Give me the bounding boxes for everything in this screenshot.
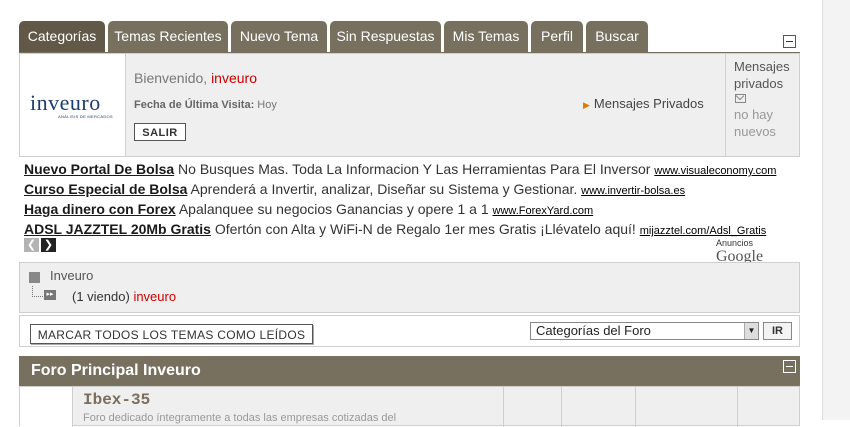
forum-jump-value: Categorías del Foro	[536, 323, 651, 338]
ad-item[interactable]: Curso Especial de Bolsa Aprenderá a Inve…	[24, 179, 814, 199]
pm-panel-status: no hay nuevos	[734, 107, 776, 139]
go-button[interactable]: IR	[763, 322, 792, 340]
last-visit: Fecha de Última Visita: Hoy	[134, 99, 277, 111]
logo-wordmark: inveuro	[30, 90, 101, 115]
ad-url[interactable]: www.ForexYard.com	[493, 205, 594, 217]
ad-item[interactable]: ADSL JAZZTEL 20Mb Gratis Ofertón con Alt…	[24, 219, 814, 239]
forum-actions-bar: MARCAR TODOS LOS TEMAS COMO LEÍDOS Categ…	[19, 315, 800, 347]
last-visit-label: Fecha de Última Visita:	[134, 99, 255, 111]
forum-category-header: Foro Principal Inveuro	[19, 356, 800, 386]
tab-sin-respuestas[interactable]: Sin Respuestas	[330, 21, 441, 52]
tab-nuevo-tema[interactable]: Nuevo Tema	[231, 21, 327, 52]
forum-status-icon	[20, 387, 72, 427]
logo-tagline: ANÁLISIS DE MERCADOS	[58, 114, 113, 119]
logout-button[interactable]: SALIR	[134, 123, 186, 141]
tree-connector-icon	[32, 286, 43, 297]
pm-panel: Mensajes privados no hay nuevos	[725, 54, 799, 156]
ad-text: Apalanquee su negocios Ganancias y opere…	[178, 201, 489, 217]
column-divider	[635, 387, 636, 427]
ad-headline[interactable]: Nuevo Portal De Bolsa	[24, 161, 174, 177]
tab-temas-recientes[interactable]: Temas Recientes	[108, 21, 228, 52]
tab-perfil[interactable]: Perfil	[531, 21, 583, 52]
chevron-right-icon[interactable]: ❯	[41, 238, 56, 252]
forum-category-title[interactable]: Foro Principal Inveuro	[31, 362, 201, 379]
forward-icon: ▸▸	[44, 290, 56, 300]
forum-jump-select[interactable]: Categorías del Foro ▼	[530, 322, 759, 340]
tab-buscar[interactable]: Buscar	[586, 21, 648, 52]
welcome-username[interactable]: inveuro	[211, 70, 257, 86]
mark-all-read-button[interactable]: MARCAR TODOS LOS TEMAS COMO LEÍDOS	[30, 324, 313, 344]
sponsored-links: Nuevo Portal De Bolsa No Busques Mas. To…	[24, 159, 814, 239]
private-messages-link[interactable]: ▶ Mensajes Privados	[583, 96, 704, 111]
forum-row: Ibex-35 Foro dedicado íntegramente a tod…	[19, 386, 800, 427]
nav-tabs: Categorías Temas Recientes Nuevo Tema Si…	[19, 21, 800, 53]
page-gutter	[822, 0, 850, 420]
welcome-panel: inveuro ANÁLISIS DE MERCADOS Bienvenido,…	[19, 53, 800, 157]
chevron-left-icon[interactable]: ❮	[24, 238, 39, 252]
chevron-down-icon[interactable]: ▼	[744, 323, 758, 339]
forum-description: Foro dedicado íntegramente a todas las e…	[83, 412, 397, 424]
whos-online-panel: Inveuro ▸▸ (1 viendo) inveuro	[19, 262, 800, 313]
ad-pager: ❮ ❯	[24, 238, 58, 256]
logo[interactable]: inveuro ANÁLISIS DE MERCADOS	[20, 54, 126, 156]
square-icon	[29, 272, 40, 283]
collapse-welcome-icon[interactable]	[783, 35, 796, 48]
welcome-message: Bienvenido, inveuro	[134, 70, 257, 86]
online-viewers: (1 viendo)	[72, 289, 130, 304]
tab-mis-temas[interactable]: Mis Temas	[444, 21, 528, 52]
online-count: (1 viendo) inveuro	[72, 289, 176, 304]
column-divider	[737, 387, 738, 427]
ad-text: Ofertón con Alta y WiFi-N de Regalo 1er …	[214, 221, 636, 237]
arrow-right-icon: ▶	[583, 100, 590, 110]
ad-text: No Busques Mas. Toda La Informacion Y La…	[178, 161, 651, 177]
tab-categorias[interactable]: Categorías	[19, 21, 105, 53]
column-divider	[72, 387, 73, 427]
welcome-greeting: Bienvenido,	[134, 70, 208, 86]
column-divider	[503, 387, 504, 427]
ad-text: Aprenderá a Invertir, analizar, Diseñar …	[190, 181, 578, 197]
ads-by-label: Anuncios	[716, 238, 754, 248]
ad-item[interactable]: Nuevo Portal De Bolsa No Busques Mas. To…	[24, 159, 814, 179]
ad-item[interactable]: Haga dinero con Forex Apalanquee su nego…	[24, 199, 814, 219]
column-divider	[561, 387, 562, 427]
ad-url[interactable]: www.visualeconomy.com	[654, 165, 776, 177]
ad-headline[interactable]: Haga dinero con Forex	[24, 201, 176, 217]
ad-headline[interactable]: Curso Especial de Bolsa	[24, 181, 187, 197]
ad-url[interactable]: www.invertir-bolsa.es	[581, 185, 685, 197]
last-visit-value: Hoy	[257, 99, 277, 111]
ad-url[interactable]: mijazztel.com/Adsl_Gratis	[640, 225, 767, 237]
collapse-category-icon[interactable]	[783, 360, 796, 373]
forum-title[interactable]: Ibex-35	[83, 391, 150, 409]
online-title: Inveuro	[50, 268, 94, 283]
envelope-icon	[735, 94, 746, 103]
ad-headline[interactable]: ADSL JAZZTEL 20Mb Gratis	[24, 221, 211, 237]
online-user[interactable]: inveuro	[133, 289, 176, 304]
pm-panel-title[interactable]: Mensajes privados	[734, 58, 799, 92]
private-messages-link-label: Mensajes Privados	[593, 96, 704, 111]
